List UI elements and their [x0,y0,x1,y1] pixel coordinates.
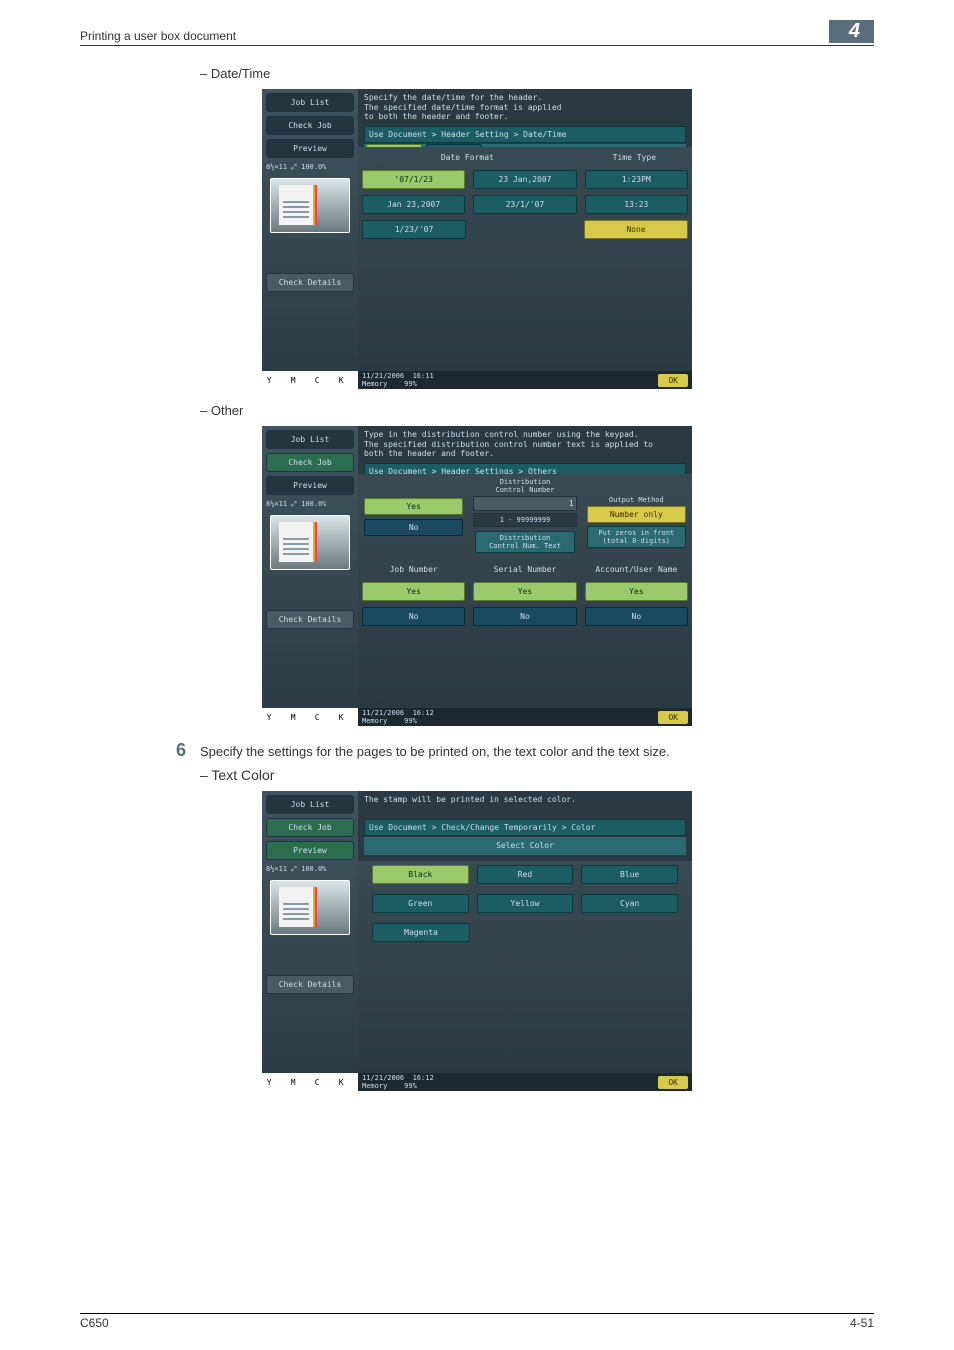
output-method-header: Output Method [585,496,688,504]
bullet-other: – Other [200,403,874,418]
time-opt-none[interactable]: None [584,220,688,239]
account-header: Account/User Name [585,563,688,576]
footer-model: C650 [80,1316,109,1330]
toner-levels: Y M C K [262,1073,358,1091]
check-details-button[interactable]: Check Details [266,273,354,292]
bullet-datetime: – Date/Time [200,66,874,81]
date-opt-2[interactable]: 23 Jan,2007 [473,170,576,189]
select-color-header: Select Color [496,841,554,850]
date-format-header: Date Format [362,151,573,164]
time-opt-1[interactable]: 1:23PM [585,170,688,189]
color-blue[interactable]: Blue [581,865,678,884]
dist-value-top: 1 [473,496,576,511]
dist-no[interactable]: No [364,519,463,536]
tab-job-list[interactable]: Job List [266,430,354,449]
location-crumb: Use Document > Check/Change Temporarily … [364,819,686,836]
tab-preview[interactable]: Preview [266,476,354,495]
serial-yes[interactable]: Yes [473,582,576,601]
chapter-badge: 4 [829,20,874,43]
ok-button[interactable]: OK [658,1076,688,1089]
step-6-text: Specify the settings for the pages to be… [200,740,874,761]
location-crumb: Use Document > Header Setting > Date/Tim… [364,126,686,143]
dist-ctrl-header: Distribution Control Number [362,478,688,494]
instruction-message: Specify the date/time for the header. Th… [364,93,686,122]
ok-button[interactable]: OK [658,374,688,387]
toner-levels: Y M C K [262,708,358,726]
preview-thumbnail [270,880,350,935]
tab-check-job[interactable]: Check Job [266,116,354,135]
screenshot-other: Job List Check Job Preview 8½×11 ⤢ 100.0… [262,426,692,726]
time-type-header: Time Type [581,151,688,164]
date-opt-1[interactable]: '07/1/23 [362,170,465,189]
preview-thumbnail [270,178,350,233]
zoom-indicator: 8½×11 ⤢ 100.0% [262,161,358,174]
screenshot-datetime: Job List Check Job Preview 8½×11 ⤢ 100.0… [262,89,692,389]
jobnum-yes[interactable]: Yes [362,582,465,601]
tab-job-list[interactable]: Job List [266,93,354,112]
ok-button[interactable]: OK [658,711,688,724]
color-red[interactable]: Red [477,865,574,884]
dist-yes[interactable]: Yes [364,498,463,515]
footer-page: 4-51 [850,1316,874,1330]
serial-no[interactable]: No [473,607,576,626]
date-opt-4[interactable]: 23/1/'07 [473,195,576,214]
tab-job-list[interactable]: Job List [266,795,354,814]
color-magenta[interactable]: Magenta [372,923,470,942]
date-opt-3[interactable]: Jan 23,2007 [362,195,465,214]
bullet-textcolor: – Text Color [200,767,874,783]
jobnum-no[interactable]: No [362,607,465,626]
step-number-6: 6 [160,740,200,761]
tab-check-job[interactable]: Check Job [266,818,354,837]
job-number-header: Job Number [362,563,465,576]
dist-text-button[interactable]: Distribution Control Num. Text [475,531,574,553]
color-yellow[interactable]: Yellow [477,894,574,913]
zoom-indicator: 8½×11 ⤢ 100.0% [262,498,358,511]
color-black[interactable]: Black [372,865,469,884]
time-opt-2[interactable]: 13:23 [585,195,688,214]
acct-no[interactable]: No [585,607,688,626]
date-opt-5[interactable]: 1/23/'07 [362,220,466,239]
preview-thumbnail [270,515,350,570]
tab-preview[interactable]: Preview [266,139,354,158]
check-details-button[interactable]: Check Details [266,610,354,629]
tab-check-job[interactable]: Check Job [266,453,354,472]
serial-header: Serial Number [473,563,576,576]
color-cyan[interactable]: Cyan [581,894,678,913]
acct-yes[interactable]: Yes [585,582,688,601]
screenshot-color: Job List Check Job Preview 8½×11 ⤢ 100.0… [262,791,692,1091]
instruction-message: The stamp will be printed in selected co… [364,795,686,805]
instruction-message: Type in the distribution control number … [364,430,686,459]
zeros-button[interactable]: Put zeros in front (total 8-digits) [587,526,686,548]
tab-preview[interactable]: Preview [266,841,354,860]
number-only-button[interactable]: Number only [587,506,686,523]
zoom-indicator: 8½×11 ⤢ 100.0% [262,863,358,876]
breadcrumb: Printing a user box document [80,29,236,43]
toner-levels: Y M C K [262,371,358,389]
dist-range: 1 - 99999999 [473,513,576,527]
check-details-button[interactable]: Check Details [266,975,354,994]
color-green[interactable]: Green [372,894,469,913]
